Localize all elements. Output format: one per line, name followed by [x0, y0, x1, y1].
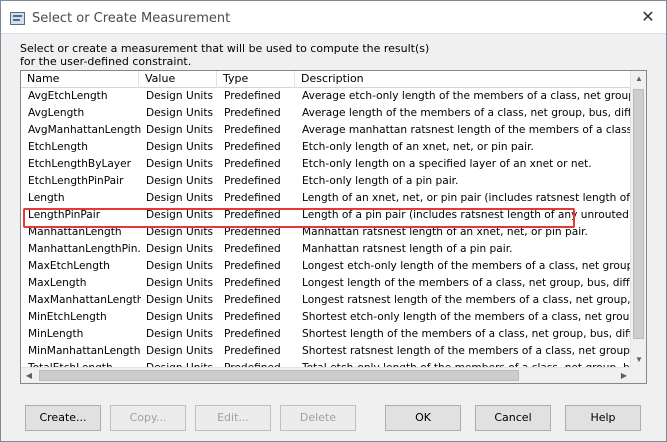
- table-row[interactable]: AvgEtchLength Design Units Predefined Avera…: [21, 88, 632, 105]
- cell-name: MinLength: [28, 328, 84, 340]
- cell-type: Predefined: [224, 141, 281, 153]
- cell-description: Etch-only length of a pin pair.: [302, 175, 459, 187]
- delete-button[interactable]: Delete: [280, 405, 356, 431]
- cell-value: Design Units: [146, 311, 214, 323]
- highlight-box: [23, 208, 575, 228]
- instruction-text: Select or create a measurement that will…: [20, 42, 430, 68]
- table-row[interactable]: EtchLengthPinPair Design Units Predefined E…: [21, 173, 632, 190]
- measurement-app-icon: [10, 12, 25, 25]
- cell-description: Average etch-only length of the members …: [302, 90, 632, 102]
- ok-button[interactable]: OK: [385, 405, 461, 431]
- cell-name: MinManhattanLength: [28, 345, 141, 357]
- cell-value: Design Units: [146, 328, 214, 340]
- cell-name: EtchLength: [28, 141, 88, 153]
- cell-value: Design Units: [146, 175, 214, 187]
- horizontal-scroll-thumb[interactable]: [39, 370, 519, 381]
- list-rows: AvgEtchLength Design Units Predefined Avera…: [21, 88, 632, 368]
- cell-description: Length of an xnet, net, or pin pair (inc…: [302, 192, 632, 204]
- cell-description: Etch-only length on a specified layer of…: [302, 158, 592, 170]
- cell-name: MaxEtchLength: [28, 260, 110, 272]
- cell-type: Predefined: [224, 294, 281, 306]
- cell-type: Predefined: [224, 175, 281, 187]
- scroll-up-icon[interactable]: ▲: [631, 71, 646, 87]
- cell-type: Predefined: [224, 277, 281, 289]
- cell-name: AvgLength: [28, 107, 85, 119]
- cell-type: Predefined: [224, 107, 281, 119]
- table-row[interactable]: AvgManhattanLength Design Units Predefined…: [21, 122, 632, 139]
- cell-description: Longest etch-only length of the members …: [302, 260, 632, 272]
- scroll-down-icon[interactable]: ▼: [631, 352, 646, 368]
- cell-description: Average manhattan ratsnest length of the…: [302, 124, 632, 136]
- horizontal-scrollbar[interactable]: ◀ ▶: [21, 367, 632, 383]
- cell-value: Design Units: [146, 107, 214, 119]
- title-bar: Select or Create Measurement ✕: [1, 1, 666, 34]
- cell-name: MaxLength: [28, 277, 87, 289]
- list-header: Name Value Type Description: [21, 71, 632, 88]
- help-button[interactable]: Help: [565, 405, 641, 431]
- cell-value: Design Units: [146, 158, 214, 170]
- measurement-dialog: Select or Create Measurement ✕ Select or…: [0, 0, 667, 442]
- cell-type: Predefined: [224, 158, 281, 170]
- column-header-description[interactable]: Description: [295, 71, 632, 88]
- cell-value: Design Units: [146, 345, 214, 357]
- cell-description: Etch-only length of an xnet, net, or pin…: [302, 141, 534, 153]
- table-row[interactable]: MaxManhattanLength Design Units Predefined…: [21, 292, 632, 309]
- cell-description: Manhattan ratsnest length of a pin pair.: [302, 243, 513, 255]
- cell-name: ManhattanLengthPin...: [28, 243, 141, 255]
- table-row[interactable]: MinLength Design Units Predefined Shortest …: [21, 326, 632, 343]
- scroll-corner: [630, 367, 646, 383]
- cell-description: Shortest ratsnest length of the members …: [302, 345, 632, 357]
- cell-type: Predefined: [224, 311, 281, 323]
- cell-name: Length: [28, 192, 65, 204]
- cell-name: AvgManhattanLength: [28, 124, 141, 136]
- cell-value: Design Units: [146, 260, 214, 272]
- table-row[interactable]: ManhattanLengthPin... Design Units Predefi…: [21, 241, 632, 258]
- copy-button[interactable]: Copy...: [110, 405, 186, 431]
- vertical-scroll-thumb[interactable]: [633, 89, 644, 339]
- cell-type: Predefined: [224, 328, 281, 340]
- cell-value: Design Units: [146, 192, 214, 204]
- cell-name: MinEtchLength: [28, 311, 107, 323]
- cell-value: Design Units: [146, 277, 214, 289]
- column-header-name[interactable]: Name: [21, 71, 139, 88]
- cell-type: Predefined: [224, 345, 281, 357]
- table-row[interactable]: MinEtchLength Design Units Predefined Short…: [21, 309, 632, 326]
- close-icon[interactable]: ✕: [639, 9, 657, 27]
- table-row[interactable]: MaxLength Design Units Predefined Longest l…: [21, 275, 632, 292]
- cell-description: Shortest length of the members of a clas…: [302, 328, 632, 340]
- table-row[interactable]: EtchLengthByLayer Design Units Predefined E…: [21, 156, 632, 173]
- cell-type: Predefined: [224, 243, 281, 255]
- scroll-left-icon[interactable]: ◀: [21, 368, 37, 383]
- cell-type: Predefined: [224, 192, 281, 204]
- cell-type: Predefined: [224, 260, 281, 272]
- measurement-list[interactable]: Name Value Type Description AvgEtchLengt…: [20, 70, 647, 384]
- cell-name: MaxManhattanLength: [28, 294, 141, 306]
- table-row[interactable]: MinManhattanLength Design Units Predefined…: [21, 343, 632, 360]
- cell-name: EtchLengthByLayer: [28, 158, 131, 170]
- cell-name: EtchLengthPinPair: [28, 175, 124, 187]
- cell-type: Predefined: [224, 90, 281, 102]
- cancel-button[interactable]: Cancel: [475, 405, 551, 431]
- cell-name: AvgEtchLength: [28, 90, 108, 102]
- cell-value: Design Units: [146, 141, 214, 153]
- table-row[interactable]: EtchLength Design Units Predefined Etch-onl…: [21, 139, 632, 156]
- cell-description: Longest length of the members of a class…: [302, 277, 632, 289]
- table-row[interactable]: Length Design Units Predefined Length of an…: [21, 190, 632, 207]
- cell-value: Design Units: [146, 124, 214, 136]
- edit-button[interactable]: Edit...: [195, 405, 271, 431]
- cell-description: Shortest etch-only length of the members…: [302, 311, 632, 323]
- table-row[interactable]: AvgLength Design Units Predefined Average l…: [21, 105, 632, 122]
- cell-value: Design Units: [146, 90, 214, 102]
- column-header-type[interactable]: Type: [217, 71, 295, 88]
- vertical-scrollbar[interactable]: ▲ ▼: [630, 71, 646, 368]
- table-row[interactable]: MaxEtchLength Design Units Predefined Longe…: [21, 258, 632, 275]
- create-button[interactable]: Create...: [25, 405, 101, 431]
- cell-description: Average length of the members of a class…: [302, 107, 632, 119]
- column-header-value[interactable]: Value: [139, 71, 217, 88]
- cell-value: Design Units: [146, 294, 214, 306]
- cell-type: Predefined: [224, 124, 281, 136]
- cell-value: Design Units: [146, 243, 214, 255]
- window-title: Select or Create Measurement: [32, 11, 231, 26]
- cell-description: Longest ratsnest length of the members o…: [302, 294, 632, 306]
